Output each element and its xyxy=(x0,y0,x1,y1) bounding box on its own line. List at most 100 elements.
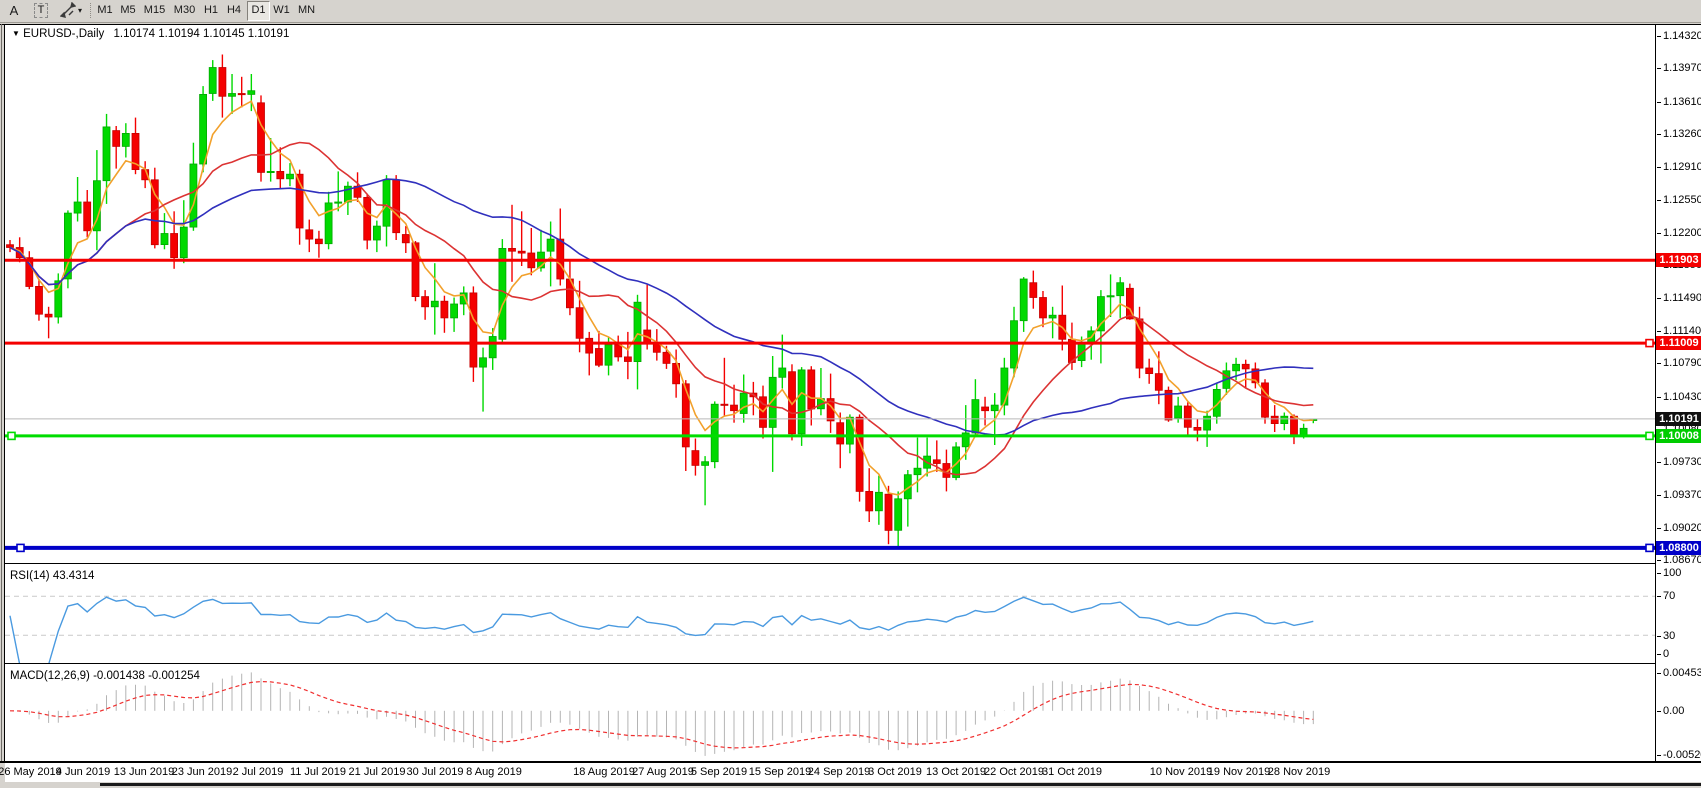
candle-body xyxy=(335,202,342,203)
candle-body xyxy=(36,286,43,314)
candle-body xyxy=(412,243,419,297)
line-handle[interactable] xyxy=(17,544,24,551)
candle-body xyxy=(489,337,496,358)
price-chart-canvas[interactable] xyxy=(5,26,1655,563)
candle-body xyxy=(306,230,313,239)
time-axis[interactable]: 26 May 20194 Jun 201913 Jun 201923 Jun 2… xyxy=(5,763,1655,782)
date-label: 24 Sep 2019 xyxy=(808,766,870,778)
candle-body xyxy=(682,384,689,447)
candle-body xyxy=(431,301,438,307)
timeframe-button-m1[interactable]: M1 xyxy=(95,1,115,19)
text-tool-button[interactable]: T xyxy=(30,1,52,19)
timeframe-button-mn[interactable]: MN xyxy=(295,1,318,19)
candle-body xyxy=(441,301,448,318)
chart-title: ▼ EURUSD-,Daily 1.10174 1.10194 1.10145 … xyxy=(12,28,289,40)
time-axis-corner xyxy=(1655,763,1701,782)
arrow-annotation-tool-button[interactable]: A xyxy=(4,1,24,19)
candle-body xyxy=(209,68,216,94)
candle-body xyxy=(393,180,400,233)
timeframe-button-h4[interactable]: H4 xyxy=(224,1,244,19)
timeframe-button-h1[interactable]: H1 xyxy=(201,1,221,19)
symbol-dropdown-icon: ▼ xyxy=(12,29,20,38)
candle-body xyxy=(711,404,718,462)
move-arrows-icon xyxy=(60,2,76,18)
date-label: 19 Nov 2019 xyxy=(1208,766,1270,778)
candle-body xyxy=(200,94,207,164)
date-label: 30 Jul 2019 xyxy=(407,766,464,778)
candle-body xyxy=(518,251,525,253)
candle-body xyxy=(45,314,52,317)
price-badge: 1.10191 xyxy=(1656,412,1701,426)
timeframe-button-m30[interactable]: M30 xyxy=(171,1,198,19)
candle-body xyxy=(885,494,892,530)
line-handle[interactable] xyxy=(8,432,15,439)
candle-body xyxy=(1146,368,1153,374)
dropdown-arrow-icon: ▾ xyxy=(78,6,82,15)
candle-body xyxy=(663,352,670,363)
candle-body xyxy=(692,451,699,466)
date-label: 8 Aug 2019 xyxy=(466,766,522,778)
candle-body xyxy=(1194,427,1201,430)
axis-tick xyxy=(1657,528,1661,529)
chart-symbol-period: EURUSD-,Daily xyxy=(23,28,104,40)
candle-body xyxy=(837,423,844,444)
timeframe-button-m15[interactable]: M15 xyxy=(141,1,168,19)
rsi-chart-canvas[interactable] xyxy=(5,567,1655,663)
price-tick-label: 1.12200 xyxy=(1663,227,1701,240)
candle-body xyxy=(171,234,178,258)
candle-body xyxy=(721,404,728,405)
axis-tick xyxy=(1657,573,1661,574)
price-tick-label: 1.12910 xyxy=(1663,161,1701,174)
candle-body xyxy=(1242,364,1249,369)
macd-chart-canvas[interactable] xyxy=(5,667,1655,761)
line-handle[interactable] xyxy=(1646,544,1653,551)
price-tick-label: 1.13970 xyxy=(1663,62,1701,75)
candle-body xyxy=(238,94,245,95)
candle-body xyxy=(229,94,236,97)
axis-tick xyxy=(1657,298,1661,299)
candle-body xyxy=(1117,283,1124,296)
line-handle[interactable] xyxy=(1646,432,1653,439)
rsi-tick-label: 100 xyxy=(1663,567,1681,580)
candle-body xyxy=(287,174,294,179)
date-label: 13 Oct 2019 xyxy=(926,766,986,778)
date-label: 26 May 2019 xyxy=(0,766,62,778)
axis-tick xyxy=(1657,363,1661,364)
candle-body xyxy=(219,68,226,97)
timeframe-button-d1[interactable]: D1 xyxy=(247,1,270,21)
candle-body xyxy=(383,180,390,226)
macd-signal-line xyxy=(10,682,1313,748)
chart-ohlc-values: 1.10174 1.10194 1.10145 1.10191 xyxy=(113,28,289,40)
axis-tick xyxy=(1657,233,1661,234)
date-label: 5 Sep 2019 xyxy=(691,766,747,778)
candle-body xyxy=(866,491,873,511)
macd-tick-label: 0.004536 xyxy=(1663,667,1701,680)
axis-tick xyxy=(1657,711,1661,712)
chart-window-left-border xyxy=(1,24,2,763)
price-tick-label: 1.09020 xyxy=(1663,522,1701,535)
candle-body xyxy=(1049,315,1056,318)
price-tick-label: 1.09370 xyxy=(1663,489,1701,502)
rsi-indicator-label: RSI(14) 43.4314 xyxy=(10,570,94,582)
candle-body xyxy=(122,133,129,146)
cursor-tool-button[interactable]: ▾ xyxy=(56,1,86,19)
rsi-line xyxy=(10,597,1313,663)
line-handle[interactable] xyxy=(1646,340,1653,347)
candle-body xyxy=(731,405,738,411)
rsi-tick-label: 30 xyxy=(1663,630,1675,643)
axis-tick xyxy=(1657,36,1661,37)
timeframe-button-w1[interactable]: W1 xyxy=(271,1,292,19)
candle-body xyxy=(982,407,989,411)
price-axis[interactable]: 1.143201.139701.136101.132601.129101.125… xyxy=(1655,25,1701,761)
window-bottom-edge xyxy=(0,782,1701,788)
candle-body xyxy=(248,91,255,95)
timeframe-button-m5[interactable]: M5 xyxy=(118,1,138,19)
candle-body xyxy=(1155,374,1162,391)
price-tick-label: 1.14320 xyxy=(1663,30,1701,43)
candle-body xyxy=(1020,279,1027,321)
candle-body xyxy=(315,239,322,244)
axis-tick xyxy=(1657,102,1661,103)
candle-body xyxy=(480,358,487,367)
axis-tick xyxy=(1657,167,1661,168)
candle-body xyxy=(1001,368,1008,405)
